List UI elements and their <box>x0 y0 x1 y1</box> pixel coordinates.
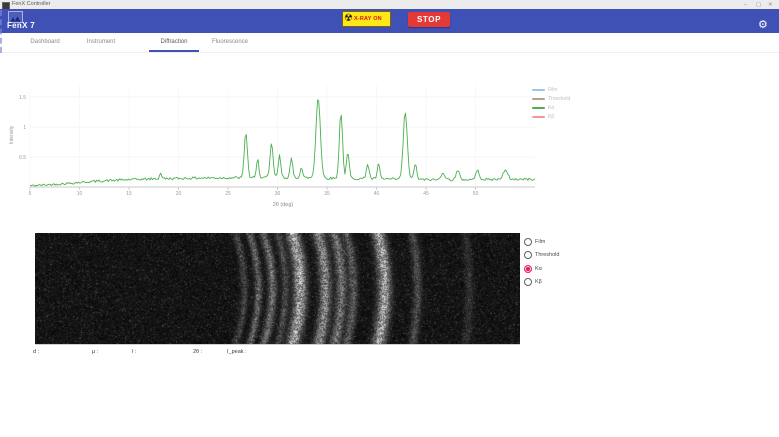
tick-label: 25 <box>225 191 231 197</box>
legend-item-threshold[interactable]: Threshold <box>532 94 570 103</box>
tick-label: 5 <box>29 191 32 197</box>
tick-label: 40 <box>374 191 380 197</box>
tick-label: 15 <box>126 191 132 197</box>
radio-unselected-icon[interactable] <box>524 278 532 287</box>
tick-label: 20 <box>176 191 182 197</box>
left-edge-dashed-guide <box>0 10 2 53</box>
legend-item-kα[interactable]: Kα <box>532 103 570 112</box>
tick-label: 1 <box>23 125 26 131</box>
radio-label: Threshold <box>535 252 560 259</box>
readout-ipeak: I_peak : <box>227 349 247 355</box>
diffraction-chart: 0.5 1 1.5 5 10 15 20 25 30 35 40 45 50 Intensity 2θ … <box>9 85 536 208</box>
radio-selected-icon[interactable] <box>524 264 532 273</box>
x-axis-label: 2θ (deg) <box>273 202 294 208</box>
film-strip-image[interactable] <box>35 233 520 345</box>
legend-swatch <box>532 97 545 100</box>
radiation-icon: ☢ <box>344 13 353 24</box>
tick-label: 50 <box>473 191 479 197</box>
window-title: FenX Controller <box>12 1 51 7</box>
legend-swatch <box>532 88 545 91</box>
legend-swatch <box>532 115 545 118</box>
minimize-icon[interactable]: – <box>744 1 747 9</box>
peak-readouts: d : μ : I : 2θ : I_peak : <box>0 349 540 359</box>
legend-label: Kβ <box>548 113 555 120</box>
tab-instrument[interactable]: Instrument <box>76 33 126 52</box>
radio-kβ[interactable]: Kβ <box>524 276 559 290</box>
tick-label: 30 <box>275 191 281 197</box>
readout-2: 2θ : <box>193 349 203 355</box>
close-icon[interactable]: ✕ <box>768 1 773 9</box>
legend-label: Film <box>548 86 558 93</box>
radio-threshold[interactable]: Threshold <box>524 249 559 263</box>
tick-label: 35 <box>324 191 330 197</box>
legend-swatch <box>532 106 545 109</box>
legend-item-kβ[interactable]: Kβ <box>532 112 570 121</box>
film-display-radio-group: Film Threshold Kα Kβ <box>524 235 559 289</box>
tick-label: 1.5 <box>19 95 26 101</box>
tab-bar: Dashboard Instrument Diffraction Fluorescen… <box>0 33 779 53</box>
readout-: μ : <box>92 349 99 355</box>
legend-label: Kα <box>548 104 555 111</box>
legend-item-film[interactable]: Film <box>532 85 570 94</box>
readout-d: d : <box>33 349 40 355</box>
radio-film[interactable]: Film <box>524 235 559 249</box>
radio-label: Kβ <box>535 279 542 286</box>
xray-on-label: X-RAY ON <box>353 16 382 22</box>
legend-label: Threshold <box>548 95 571 102</box>
tick-label: 45 <box>423 191 429 197</box>
maximize-icon[interactable]: ▢ <box>756 1 761 9</box>
xray-on-button[interactable]: ☢ X-RAY ON <box>342 11 391 27</box>
gear-icon[interactable]: ⚙ <box>758 20 768 31</box>
diffraction-trace <box>29 99 536 187</box>
chart-axes: 0.5 1 1.5 5 10 15 20 25 30 35 40 45 50 <box>19 95 535 197</box>
chart-legend: Film Threshold Kα Kβ <box>532 85 570 121</box>
tick-label: 10 <box>77 191 83 197</box>
y-axis-label: Intensity <box>9 125 15 144</box>
tab-dashboard[interactable]: Dashboard <box>20 33 70 52</box>
radio-unselected-icon[interactable] <box>524 251 532 260</box>
app-title: FenX 7 <box>7 21 36 30</box>
tick-label: 0.5 <box>19 155 26 161</box>
tab-fluorescence[interactable]: Fluorescence <box>205 33 255 52</box>
stop-button[interactable]: STOP <box>408 12 450 27</box>
radio-kα[interactable]: Kα <box>524 262 559 276</box>
radio-unselected-icon[interactable] <box>524 237 532 246</box>
app-header: FenX 7 ☢ X-RAY ON STOP ⚙ <box>0 9 779 33</box>
active-tab-underline <box>149 50 199 52</box>
radio-label: Film <box>535 238 546 245</box>
readout-i: I : <box>132 349 137 355</box>
radio-dot <box>526 267 530 271</box>
radio-label: Kα <box>535 265 542 272</box>
